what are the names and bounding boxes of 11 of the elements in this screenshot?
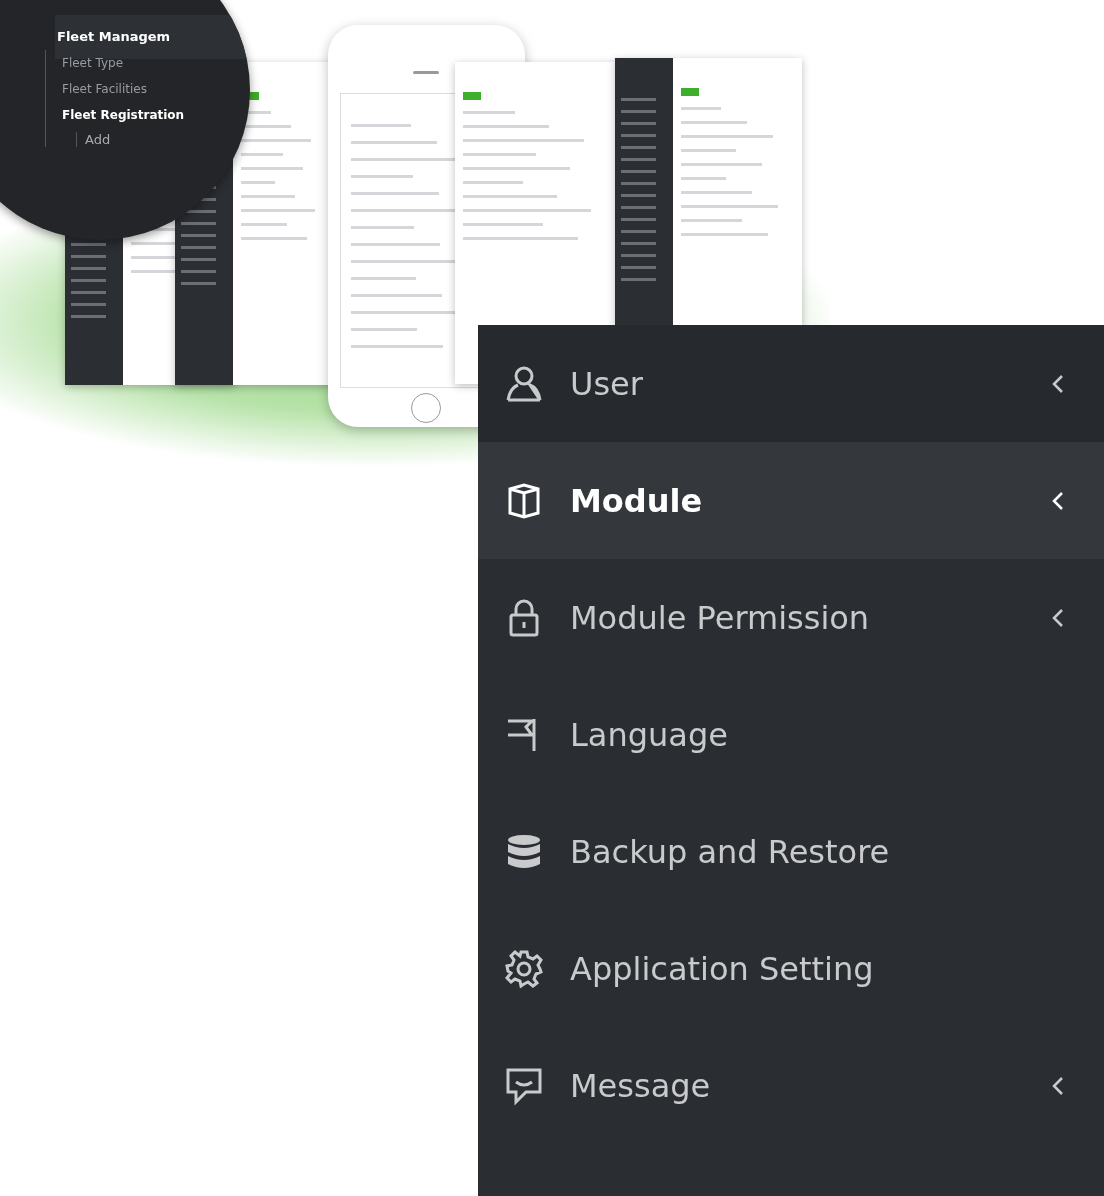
menu-item[interactable]: Language	[478, 676, 1104, 793]
menu-item[interactable]: Backup and Restore	[478, 793, 1104, 910]
menu-item[interactable]: Module Permission	[478, 559, 1104, 676]
settings-icon	[504, 948, 544, 989]
menu-item[interactable]: Application Setting	[478, 910, 1104, 1027]
menu-item[interactable]: Module	[478, 442, 1104, 559]
submenu-item[interactable]: Fleet Facilities	[46, 80, 185, 98]
submenu-item[interactable]: Fleet Registration	[46, 106, 185, 124]
menu-item[interactable]: User	[478, 325, 1104, 442]
menu-item[interactable]: Message	[478, 1027, 1104, 1144]
submenu-item[interactable]: Add	[76, 132, 185, 147]
